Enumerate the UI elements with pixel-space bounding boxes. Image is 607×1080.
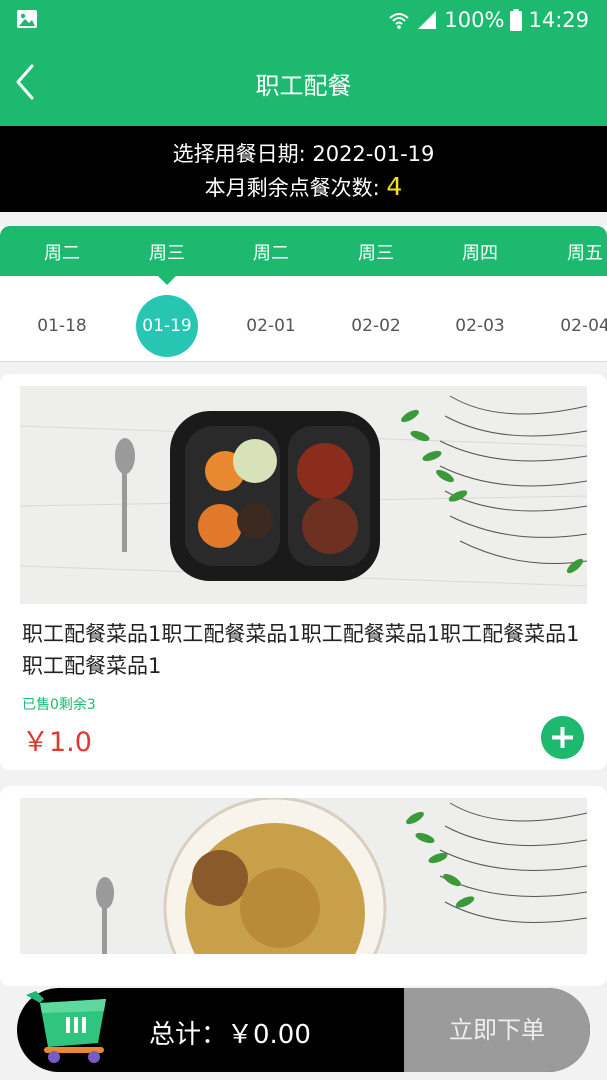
- remaining-orders-line: 本月剩余点餐次数: 4: [0, 172, 607, 202]
- remaining-orders-label: 本月剩余点餐次数:: [204, 176, 387, 200]
- date-item[interactable]: 02-02: [324, 316, 428, 336]
- weekday-bar: 周二 周三 周二 周三 周四 周五: [0, 226, 607, 276]
- weekday-label[interactable]: 周五: [533, 239, 607, 265]
- date-item[interactable]: 02-01: [219, 316, 323, 336]
- weekday-label[interactable]: 周三: [324, 239, 428, 265]
- dish-photo: [20, 798, 587, 954]
- app-bar: 职工配餐: [0, 40, 607, 126]
- place-order-button[interactable]: 立即下单: [404, 988, 590, 1072]
- menu-item-card[interactable]: 职工配餐菜品1职工配餐菜品1职工配餐菜品1职工配餐菜品1职工配餐菜品1 已售0剩…: [0, 374, 607, 770]
- selected-date-label: 选择用餐日期: 2022-01-19: [172, 142, 435, 166]
- date-item[interactable]: 02-03: [428, 316, 532, 336]
- add-to-cart-button[interactable]: [541, 716, 584, 759]
- date-selector: 周二 周三 周二 周三 周四 周五 01-18 01-19 02-01 02-0…: [0, 226, 607, 362]
- meal-info-bar: 选择用餐日期: 2022-01-19 本月剩余点餐次数: 4: [0, 126, 607, 212]
- date-item[interactable]: 01-18: [10, 316, 114, 336]
- menu-item-card[interactable]: [0, 786, 607, 986]
- weekday-label[interactable]: 周四: [428, 239, 532, 265]
- battery-icon: [510, 9, 523, 31]
- weekday-label[interactable]: 周二: [10, 239, 114, 265]
- clock: 14:29: [528, 8, 589, 32]
- wifi-icon: [389, 13, 410, 29]
- weekday-label[interactable]: 周二: [219, 239, 323, 265]
- image-notification-icon: [17, 10, 37, 28]
- signal-icon: [418, 11, 437, 29]
- weekday-label[interactable]: 周三: [115, 239, 219, 265]
- dish-price: ￥1.0: [22, 727, 92, 758]
- shopping-cart-icon[interactable]: [22, 985, 112, 1065]
- status-bar: 100% 14:29: [0, 0, 607, 40]
- dish-photo: [20, 386, 587, 604]
- selected-day-pointer: [157, 275, 177, 285]
- sold-remaining-label: 已售0剩余3: [22, 697, 96, 713]
- page-title: 职工配餐: [255, 72, 352, 100]
- cart-total: 总计：￥0.00: [149, 1020, 311, 1050]
- date-item-selected[interactable]: 01-19: [115, 316, 219, 336]
- dish-name: 职工配餐菜品1职工配餐菜品1职工配餐菜品1职工配餐菜品1职工配餐菜品1: [22, 622, 580, 678]
- battery-percent: 100%: [444, 8, 505, 32]
- remaining-orders-count: 4: [386, 172, 403, 201]
- date-item[interactable]: 02-04: [533, 316, 607, 336]
